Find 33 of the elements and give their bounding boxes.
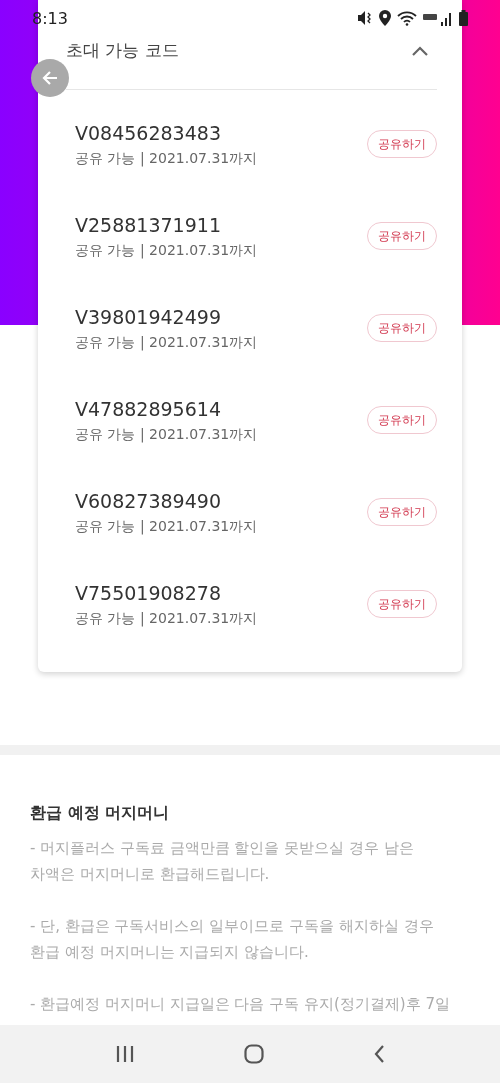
invite-code: V39801942499 [75,304,222,329]
wifi-icon [397,10,417,26]
invite-code: V08456283483 [75,120,222,145]
share-button[interactable]: 공유하기 [367,498,437,526]
invite-code: V25881371911 [75,212,222,237]
recent-apps-icon[interactable] [114,1045,135,1063]
code-details: 공유 가능 | 2021.07.31까지 [75,517,258,536]
battery-icon [459,10,468,26]
notice-text: - 머지플러스 구독료 금액만큼 할인을 못받으실 경우 남은 차액은 머지머니로 환급해드립니다. [30,838,415,885]
share-button[interactable]: 공유하기 [367,130,437,158]
share-button[interactable]: 공유하기 [367,222,437,250]
share-button[interactable]: 공유하기 [367,406,437,434]
mute-icon [357,10,373,26]
share-button[interactable]: 공유하기 [367,590,437,618]
notice-text: - 단, 환급은 구독서비스의 일부이므로 구독을 해지하실 경우 환급 예정 머지머니는 지급되지 않습니다. [30,916,435,963]
arrow-left-icon [41,70,59,86]
code-details: 공유 가능 | 2021.07.31까지 [75,149,258,168]
share-button[interactable]: 공유하기 [367,314,437,342]
code-details: 공유 가능 | 2021.07.31까지 [75,333,258,352]
notice-text: - 환급예정 머지머니 지급일은 다음 구독 유지(정기결제)후 7일 [30,994,450,1015]
code-details: 공유 가능 | 2021.07.31까지 [75,609,258,628]
back-icon[interactable] [373,1044,386,1064]
card-title: 초대 가능 코드 [66,39,179,62]
section-title: 환급 예정 머지머니 [30,803,171,824]
signal-icon [423,10,453,26]
invite-code: V60827389490 [75,488,222,513]
code-details: 공유 가능 | 2021.07.31까지 [75,425,258,444]
invite-code: V47882895614 [75,396,222,421]
invite-code: V75501908278 [75,580,222,605]
chevron-up-icon[interactable] [411,44,429,57]
code-details: 공유 가능 | 2021.07.31까지 [75,241,258,260]
location-icon [379,10,391,26]
home-icon[interactable] [244,1044,264,1064]
